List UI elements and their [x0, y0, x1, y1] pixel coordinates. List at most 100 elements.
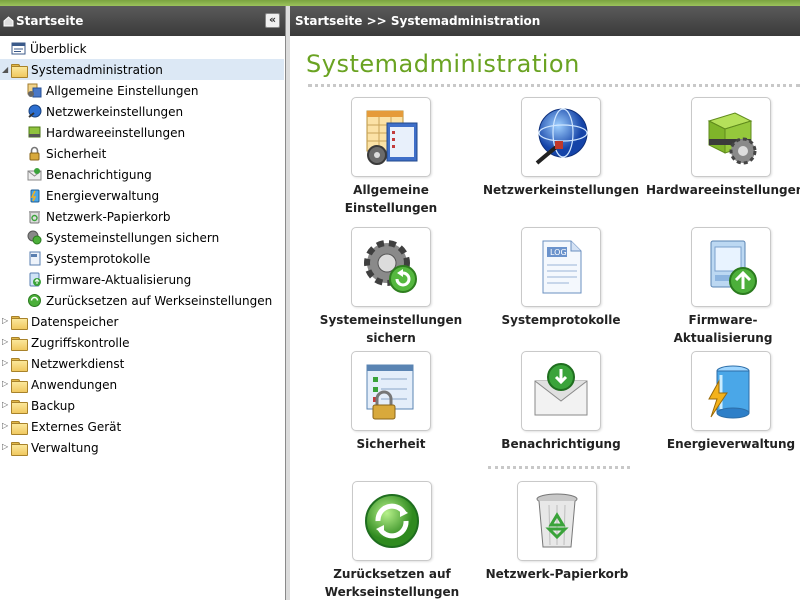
tree-item-verwaltung[interactable]: ▷ Verwaltung: [0, 437, 284, 458]
tile-factory-reset[interactable]: Zurücksetzen auf Werkseinstellungen: [307, 481, 477, 601]
firmware-update-icon[interactable]: [691, 227, 771, 307]
tree-item-datenspeicher[interactable]: ▷ Datenspeicher: [0, 311, 284, 332]
tile-label: Allgemeine Einstellungen: [344, 183, 438, 215]
recycle-bin-icon: [29, 211, 40, 224]
tree-item-label: Benachrichtigung: [46, 167, 152, 182]
tree-item-backup[interactable]: ▷ Backup: [0, 395, 284, 416]
network-globe-icon[interactable]: [521, 97, 601, 177]
recycle-bin-icon[interactable]: [517, 481, 597, 561]
collapse-panel-button[interactable]: «: [265, 13, 280, 28]
hardware-gear-icon[interactable]: [691, 97, 771, 177]
tree-item-backup-settings[interactable]: Systemeinstellungen sichern: [0, 227, 284, 248]
tree-item-firmware-update[interactable]: Firmware-Aktualisierung: [0, 269, 284, 290]
firmware-update-icon: [29, 272, 41, 287]
lock-icon: [29, 146, 40, 161]
tree-item-label: Externes Gerät: [31, 419, 122, 434]
expand-toggle-icon[interactable]: ▷: [2, 359, 10, 367]
battery-power-icon[interactable]: [691, 351, 771, 431]
tree-item-network-settings[interactable]: Netzwerkeinstellungen: [0, 101, 284, 122]
power-icon: [30, 189, 40, 203]
tree-item-label: Überblick: [30, 41, 87, 56]
expand-toggle-icon[interactable]: ▷: [2, 380, 10, 388]
tile-system-logs[interactable]: LOG Systemprotokolle: [476, 227, 646, 329]
tree-item-label: Hardwareeinstellungen: [46, 125, 186, 140]
tree-item-label: Netzwerk-Papierkorb: [46, 209, 171, 224]
tree-item-zugriffskontrolle[interactable]: ▷ Zugriffskontrolle: [0, 332, 284, 353]
tile-label: Zurücksetzen auf Werkseinstellungen: [324, 567, 460, 599]
tile-network-settings[interactable]: Netzwerkeinstellungen: [476, 97, 646, 199]
folder-icon: [11, 315, 28, 330]
tile-security[interactable]: Sicherheit: [306, 351, 476, 453]
folder-icon: [11, 399, 28, 414]
tree-item-label: Sicherheit: [46, 146, 107, 161]
svg-text:LOG: LOG: [550, 248, 567, 257]
tree-item-netzwerkdienst[interactable]: ▷ Netzwerkdienst: [0, 353, 284, 374]
mail-notification-icon[interactable]: [521, 351, 601, 431]
reset-arrows-icon[interactable]: [352, 481, 432, 561]
tree-item-label: Zugriffskontrolle: [31, 335, 130, 350]
tree-item-label: Systemadministration: [31, 62, 163, 77]
log-file-icon[interactable]: LOG: [521, 227, 601, 307]
security-lock-icon[interactable]: [351, 351, 431, 431]
tree-item-label: Verwaltung: [31, 440, 99, 455]
tree-item-notification[interactable]: Benachrichtigung: [0, 164, 284, 185]
tree-item-label: Netzwerkdienst: [31, 356, 125, 371]
tree-item-label: Netzwerkeinstellungen: [46, 104, 184, 119]
tree-item-label: Systemeinstellungen sichern: [46, 230, 220, 245]
tile-label: Hardwareeinstellungen: [646, 183, 800, 197]
general-settings-icon: [27, 83, 42, 98]
tile-label: Netzwerk-Papierkorb: [485, 567, 629, 581]
navigation-tree: Überblick ◢ Systemadministration Allgeme…: [0, 38, 284, 458]
tree-item-systemadministration[interactable]: ◢ Systemadministration: [0, 59, 284, 80]
tile-firmware-update[interactable]: Firmware-Aktualisierung: [646, 227, 800, 347]
tree-item-label: Systemprotokolle: [46, 251, 151, 266]
general-settings-icon[interactable]: [351, 97, 431, 177]
folder-icon: [11, 441, 28, 456]
tile-backup-system-settings[interactable]: Systemeinstellungen sichern: [306, 227, 476, 347]
folder-icon: [11, 420, 28, 435]
title-divider: [308, 84, 800, 87]
tree-item-general-settings[interactable]: Allgemeine Einstellungen: [0, 80, 284, 101]
tile-power-management[interactable]: Energieverwaltung: [646, 351, 800, 453]
folder-icon: [11, 336, 28, 351]
tile-notification[interactable]: Benachrichtigung: [476, 351, 646, 453]
tree-item-externes-geraet[interactable]: ▷ Externes Gerät: [0, 416, 284, 437]
expand-toggle-icon[interactable]: ▷: [2, 443, 10, 451]
tree-item-label: Backup: [31, 398, 75, 413]
overview-icon: [11, 42, 26, 55]
backup-settings-icon: [27, 230, 42, 245]
expand-toggle-icon[interactable]: ▷: [2, 422, 10, 430]
tree-item-label: Firmware-Aktualisierung: [46, 272, 192, 287]
tree-item-factory-reset[interactable]: Zurücksetzen auf Werkseinstellungen: [0, 290, 284, 311]
tile-hardware-settings[interactable]: Hardwareeinstellungen: [646, 97, 800, 199]
expand-toggle-icon[interactable]: ◢: [2, 66, 10, 74]
page-title: Systemadministration: [306, 50, 580, 78]
tree-item-hardware-settings[interactable]: Hardwareeinstellungen: [0, 122, 284, 143]
tree-item-label: Zurücksetzen auf Werkseinstellungen: [46, 293, 273, 308]
expand-toggle-icon[interactable]: ▷: [2, 401, 10, 409]
folder-open-icon: [11, 63, 28, 78]
folder-icon: [11, 357, 28, 372]
network-icon: [28, 104, 42, 118]
navigation-header: Startseite «: [0, 6, 285, 36]
gear-restore-icon[interactable]: [351, 227, 431, 307]
tree-item-anwendungen[interactable]: ▷ Anwendungen: [0, 374, 284, 395]
tree-item-security[interactable]: Sicherheit: [0, 143, 284, 164]
tile-label: Netzwerkeinstellungen: [482, 183, 640, 197]
tree-item-network-recycle-bin[interactable]: Netzwerk-Papierkorb: [0, 206, 284, 227]
tree-item-label: Anwendungen: [31, 377, 118, 392]
log-icon: [29, 251, 41, 266]
tile-label: Benachrichtigung: [501, 437, 621, 451]
tree-item-overview[interactable]: Überblick: [0, 38, 284, 59]
expand-toggle-icon[interactable]: ▷: [2, 338, 10, 346]
tree-item-power-management[interactable]: Energieverwaltung: [0, 185, 284, 206]
tree-item-label: Datenspeicher: [31, 314, 119, 329]
tile-general-settings[interactable]: Allgemeine Einstellungen: [306, 97, 476, 217]
factory-reset-icon: [28, 294, 41, 307]
tile-label: Systemprotokolle: [501, 313, 621, 327]
tile-network-recycle-bin[interactable]: Netzwerk-Papierkorb: [472, 481, 642, 583]
tile-label: Firmware-Aktualisierung: [673, 313, 773, 345]
navigation-title: Startseite: [16, 14, 84, 28]
expand-toggle-icon[interactable]: ▷: [2, 317, 10, 325]
tree-item-system-logs[interactable]: Systemprotokolle: [0, 248, 284, 269]
